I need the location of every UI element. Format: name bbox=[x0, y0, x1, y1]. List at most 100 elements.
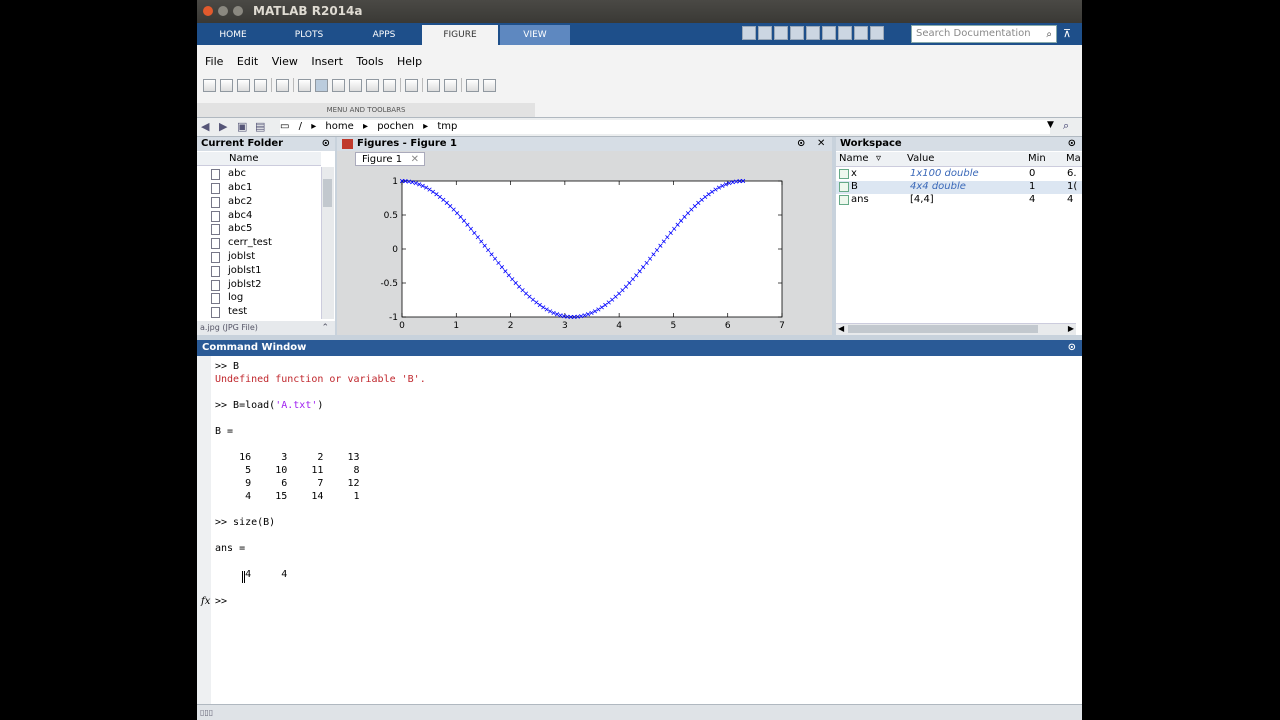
switch-windows-icon[interactable] bbox=[854, 26, 868, 40]
workspace-scrollbar[interactable]: ◀ ▶ bbox=[836, 323, 1076, 335]
figures-title: Figures - Figure 1 bbox=[357, 138, 458, 149]
zoom-in-icon[interactable] bbox=[298, 78, 311, 92]
list-item[interactable]: abc1 bbox=[211, 182, 321, 195]
maximize-window-icon[interactable] bbox=[233, 6, 243, 16]
new-figure-icon[interactable] bbox=[203, 78, 216, 92]
tab-apps[interactable]: APPS bbox=[348, 25, 420, 45]
panel-actions-icon[interactable]: ⊙ bbox=[797, 137, 805, 151]
save-icon[interactable] bbox=[758, 26, 772, 40]
path-root[interactable]: / bbox=[299, 121, 302, 132]
redo-icon[interactable] bbox=[838, 26, 852, 40]
print-icon[interactable] bbox=[254, 78, 267, 92]
panel-actions-icon[interactable]: ⊙ bbox=[322, 137, 330, 151]
menu-file[interactable]: File bbox=[205, 55, 223, 68]
search-icon[interactable]: ⌕ bbox=[1046, 27, 1052, 43]
browse-folder-icon[interactable]: ▤ bbox=[255, 120, 265, 133]
list-item[interactable]: joblst2 bbox=[211, 279, 321, 292]
save-figure-icon[interactable] bbox=[237, 78, 250, 92]
status-grip-icon: ▯▯▯ bbox=[200, 708, 214, 717]
close-window-icon[interactable] bbox=[203, 6, 213, 16]
scroll-right-icon[interactable]: ▶ bbox=[1068, 324, 1074, 333]
link-plot-icon[interactable] bbox=[405, 78, 418, 92]
scroll-left-icon[interactable]: ◀ bbox=[838, 324, 844, 333]
command-prompt[interactable]: >> bbox=[215, 596, 227, 607]
path-home[interactable]: home bbox=[325, 121, 353, 132]
list-item[interactable]: cerr_test bbox=[211, 237, 321, 250]
panel-actions-icon[interactable]: ⊙ bbox=[1068, 137, 1076, 151]
path-dropdown-icon[interactable]: ▼ bbox=[1047, 120, 1054, 130]
copy-icon[interactable] bbox=[790, 26, 804, 40]
path-pochen[interactable]: pochen bbox=[377, 121, 414, 132]
panel-actions-icon[interactable]: ⊙ bbox=[1068, 340, 1076, 356]
cosine-plot[interactable]: 0 1 2 3 4 5 6 7 1 0.5 0 -0.5 -1 bbox=[372, 167, 792, 332]
open-icon[interactable] bbox=[742, 26, 756, 40]
command-output[interactable]: >> B Undefined function or variable 'B'.… bbox=[215, 360, 426, 581]
folder-path-input[interactable]: ▭ / ▸ home ▸ pochen ▸ tmp bbox=[280, 120, 1050, 134]
insert-colorbar-icon[interactable] bbox=[427, 78, 440, 92]
back-arrow-icon[interactable]: ◀ bbox=[201, 120, 209, 133]
list-item[interactable]: abc2 bbox=[211, 196, 321, 209]
scrollbar-thumb[interactable] bbox=[323, 179, 332, 207]
ribbon-tab-bar: HOME PLOTS APPS FIGURE VIEW Search Docum… bbox=[197, 23, 1082, 45]
rotate-3d-icon[interactable] bbox=[349, 78, 362, 92]
menu-help[interactable]: Help bbox=[397, 55, 422, 68]
column-name[interactable]: Name bbox=[839, 153, 869, 164]
menu-edit[interactable]: Edit bbox=[237, 55, 258, 68]
table-row[interactable]: ans [4,4] 4 4 bbox=[836, 194, 1082, 207]
list-item[interactable]: abc5 bbox=[211, 223, 321, 236]
paste-icon[interactable] bbox=[806, 26, 820, 40]
figures-panel: Figures - Figure 1 ⊙ ✕ Figure 1 ✕ 0 1 2 3 4 5… bbox=[337, 137, 832, 335]
column-min[interactable]: Min bbox=[1028, 153, 1046, 164]
collapse-toolstrip-icon[interactable]: ⊼ bbox=[1063, 27, 1071, 40]
table-row[interactable]: B 4x4 double 1 1( bbox=[836, 181, 1082, 194]
zoom-out-icon[interactable] bbox=[315, 78, 328, 92]
menu-insert[interactable]: Insert bbox=[311, 55, 343, 68]
insert-legend-icon[interactable] bbox=[444, 78, 457, 92]
close-tab-icon[interactable]: ✕ bbox=[411, 153, 419, 167]
sort-icon[interactable]: ▿ bbox=[876, 153, 881, 164]
menu-view[interactable]: View bbox=[272, 55, 298, 68]
list-item[interactable]: log bbox=[211, 292, 321, 305]
pan-icon[interactable] bbox=[332, 78, 345, 92]
path-tmp[interactable]: tmp bbox=[437, 121, 457, 132]
status-bar: ▯▯▯ bbox=[197, 704, 1082, 720]
tab-plots[interactable]: PLOTS bbox=[273, 25, 345, 45]
tab-figure[interactable]: FIGURE bbox=[422, 25, 498, 45]
brush-icon[interactable] bbox=[383, 78, 396, 92]
edit-plot-icon[interactable] bbox=[276, 78, 289, 92]
layout-icon[interactable] bbox=[870, 26, 884, 40]
file-details-bar[interactable]: a.jpg (JPG File) ⌃ bbox=[197, 321, 335, 335]
close-icon[interactable]: ✕ bbox=[817, 137, 825, 151]
list-item[interactable]: joblst1 bbox=[211, 265, 321, 278]
show-plot-tools-icon[interactable] bbox=[483, 78, 496, 92]
list-item[interactable]: abc bbox=[211, 168, 321, 181]
column-value[interactable]: Value bbox=[907, 153, 934, 164]
list-item[interactable]: joblst bbox=[211, 251, 321, 264]
file-icon bbox=[211, 252, 220, 263]
folder-scrollbar[interactable] bbox=[321, 167, 334, 319]
y-tick-label: 0 bbox=[392, 245, 398, 255]
search-documentation-input[interactable]: Search Documentation ⌕ bbox=[911, 25, 1057, 43]
function-browser-icon[interactable]: fx bbox=[201, 596, 210, 607]
name-column-header[interactable]: Name bbox=[197, 152, 321, 166]
column-max[interactable]: Ma bbox=[1066, 153, 1081, 164]
open-file-icon[interactable] bbox=[220, 78, 233, 92]
list-item[interactable]: test bbox=[211, 306, 321, 319]
search-folder-icon[interactable]: ⌕ bbox=[1063, 119, 1069, 133]
undo-icon[interactable] bbox=[822, 26, 836, 40]
tab-view[interactable]: VIEW bbox=[500, 25, 570, 45]
tab-home[interactable]: HOME bbox=[197, 25, 269, 45]
minimize-window-icon[interactable] bbox=[218, 6, 228, 16]
cut-icon[interactable] bbox=[774, 26, 788, 40]
list-item[interactable]: abc4 bbox=[211, 210, 321, 223]
table-row[interactable]: x 1x100 double 0 6. bbox=[836, 168, 1082, 181]
tab-figure-1[interactable]: Figure 1 ✕ bbox=[355, 152, 425, 166]
forward-arrow-icon[interactable]: ▶ bbox=[219, 120, 227, 133]
up-folder-icon[interactable]: ▣ bbox=[237, 120, 247, 133]
hide-plot-tools-icon[interactable] bbox=[466, 78, 479, 92]
menu-tools[interactable]: Tools bbox=[356, 55, 383, 68]
plot-axes-box bbox=[401, 180, 783, 318]
data-cursor-icon[interactable] bbox=[366, 78, 379, 92]
chevron-up-icon[interactable]: ⌃ bbox=[321, 321, 329, 335]
scrollbar-thumb[interactable] bbox=[848, 325, 1038, 333]
